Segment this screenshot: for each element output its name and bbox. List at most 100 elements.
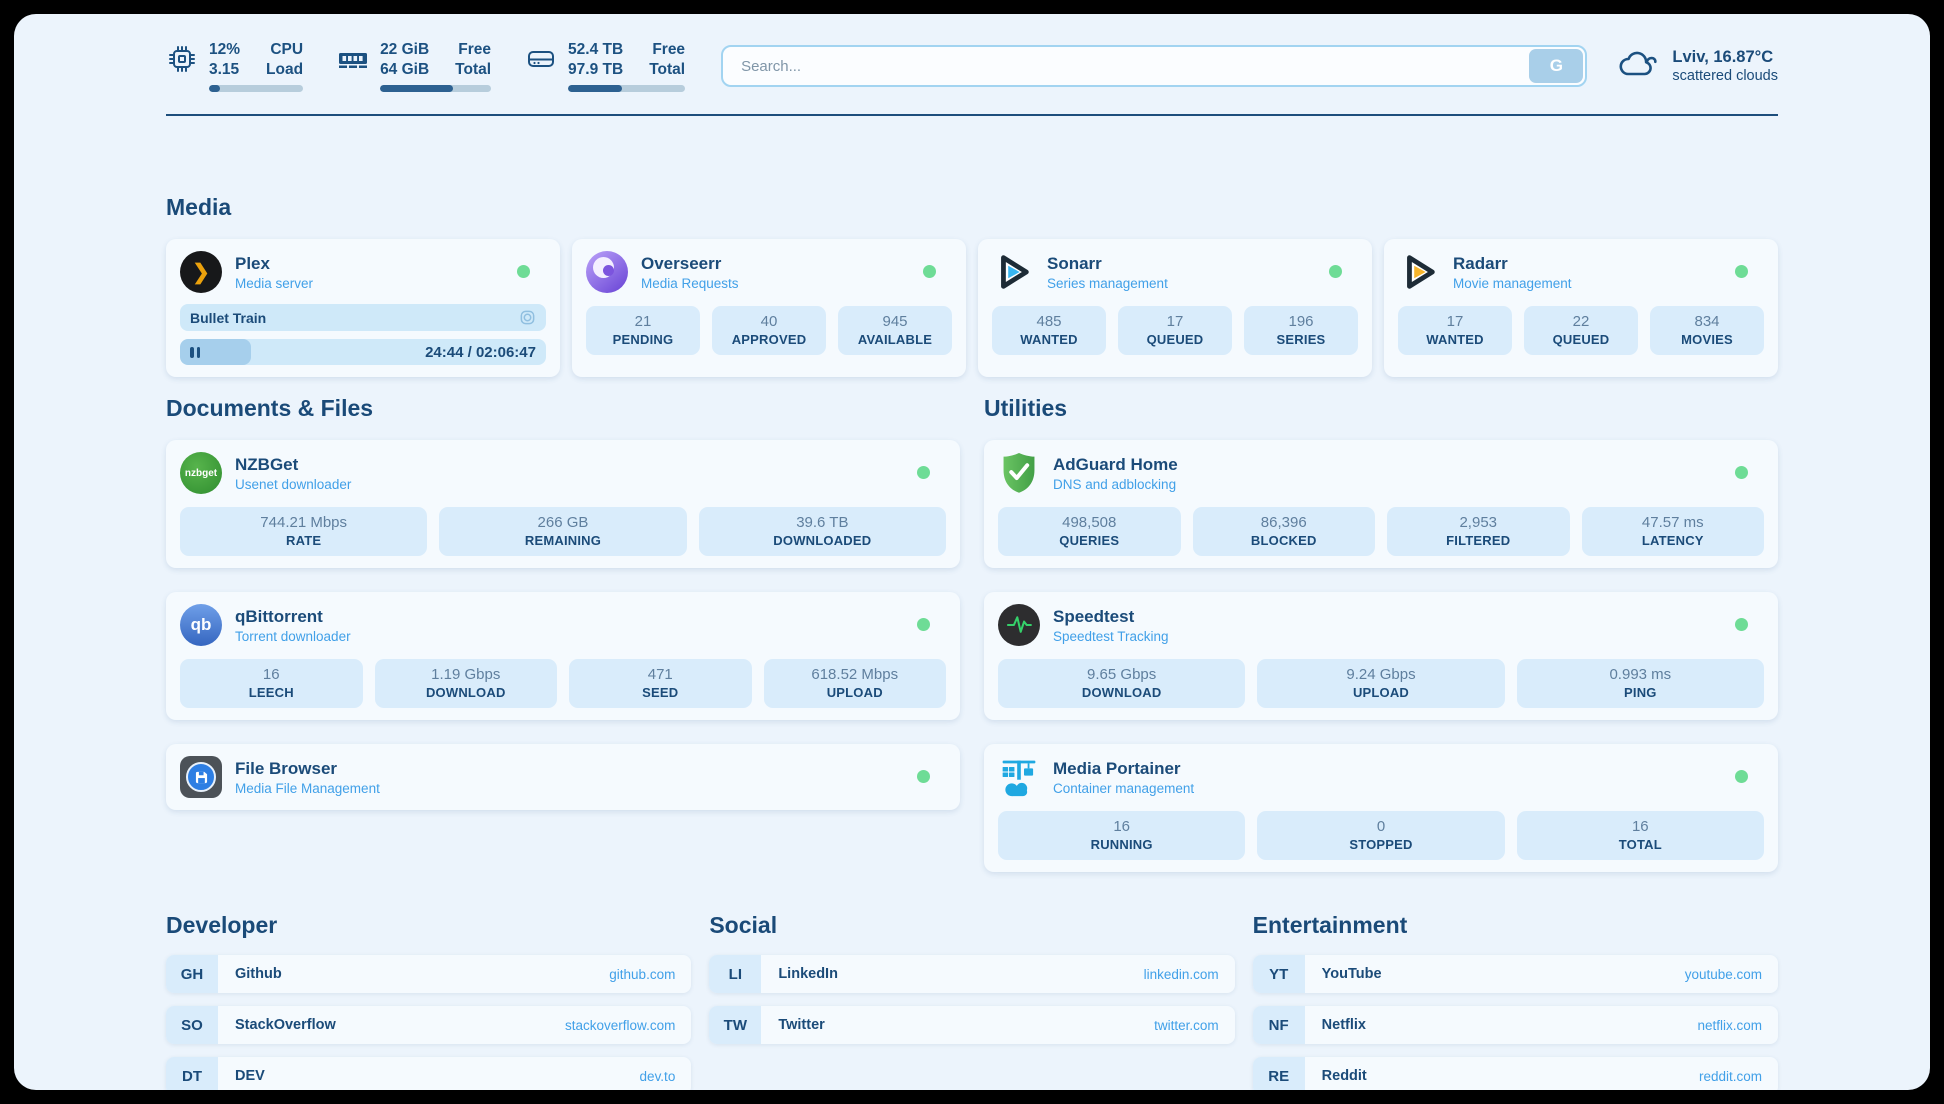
stat-value: 0.993 ms: [1521, 666, 1760, 683]
app-card-qbittorrent[interactable]: qb qBittorrent Torrent downloader 16 LEE…: [166, 592, 960, 720]
now-playing-title: Bullet Train: [190, 310, 266, 326]
stat-value: 16: [184, 666, 359, 683]
system-stats: 12% 3.15 CPU Load: [166, 40, 685, 92]
speedtest-icon: [998, 604, 1040, 646]
app-card-nzbget[interactable]: nzbget NZBGet Usenet downloader 744.21 M…: [166, 440, 960, 568]
topbar-divider: [166, 114, 1778, 116]
cpu-icon: [166, 43, 198, 75]
link-tag: NF: [1253, 1006, 1305, 1044]
link-name: Reddit: [1322, 1068, 1699, 1084]
status-dot: [923, 265, 936, 278]
search-button[interactable]: G: [1529, 49, 1583, 83]
stat-box: 16 RUNNING: [998, 811, 1245, 860]
stat-value: 618.52 Mbps: [768, 666, 943, 683]
stat-value: 0: [1261, 818, 1500, 835]
stat-box: 39.6 TB DOWNLOADED: [699, 507, 946, 556]
search-bar: G: [721, 45, 1587, 87]
app-card-filebrowser[interactable]: File Browser Media File Management: [166, 744, 960, 810]
stat-box: 16 TOTAL: [1517, 811, 1764, 860]
app-card-adguard[interactable]: AdGuard Home DNS and adblocking 498,508 …: [984, 440, 1778, 568]
link-row-github[interactable]: GH Github github.com: [166, 955, 691, 993]
app-subtitle: Speedtest Tracking: [1053, 629, 1169, 644]
stat-label: MOVIES: [1654, 332, 1760, 347]
link-row-netflix[interactable]: NF Netflix netflix.com: [1253, 1006, 1778, 1044]
plex-icon: ❯: [180, 251, 222, 293]
link-row-linkedin[interactable]: LI LinkedIn linkedin.com: [709, 955, 1234, 993]
link-row-reddit[interactable]: RE Reddit reddit.com: [1253, 1057, 1778, 1090]
app-card-radarr[interactable]: Radarr Movie management 17 WANTED 22 QUE…: [1384, 239, 1778, 377]
stat-box: 47.57 ms LATENCY: [1582, 507, 1765, 556]
status-dot: [1329, 265, 1342, 278]
app-title: Plex: [235, 254, 313, 274]
link-tag: GH: [166, 955, 218, 993]
stat-label: QUEUED: [1528, 332, 1634, 347]
link-row-dev[interactable]: DT DEV dev.to: [166, 1057, 691, 1090]
link-row-twitter[interactable]: TW Twitter twitter.com: [709, 1006, 1234, 1044]
app-card-speedtest[interactable]: Speedtest Speedtest Tracking 9.65 Gbps D…: [984, 592, 1778, 720]
app-title: Sonarr: [1047, 254, 1168, 274]
disk-icon: [525, 43, 557, 75]
playback-time: 24:44 / 02:06:47: [425, 339, 536, 365]
stat-box: 2,953 FILTERED: [1387, 507, 1570, 556]
filebrowser-icon: [180, 756, 222, 798]
section-entertainment: Entertainment YT YouTube youtube.com NF …: [1253, 912, 1778, 1090]
link-name: LinkedIn: [778, 966, 1143, 982]
link-row-stackoverflow[interactable]: SO StackOverflow stackoverflow.com: [166, 1006, 691, 1044]
status-dot: [917, 770, 930, 783]
app-title: NZBGet: [235, 455, 351, 475]
cpu-load-value: 3.15: [209, 60, 240, 80]
link-row-youtube[interactable]: YT YouTube youtube.com: [1253, 955, 1778, 993]
stat-value: 47.57 ms: [1586, 514, 1761, 531]
link-name: Netflix: [1322, 1017, 1698, 1033]
playback-progress-fill: [180, 339, 251, 365]
link-url: twitter.com: [1154, 1018, 1219, 1033]
status-dot: [1735, 466, 1748, 479]
stat-label: REMAINING: [443, 533, 682, 548]
stat-label: APPROVED: [716, 332, 822, 347]
stat-label: QUEUED: [1122, 332, 1228, 347]
nzbget-icon: nzbget: [180, 452, 222, 494]
ram-free-value: 22 GiB: [380, 40, 429, 60]
section-heading-utilities: Utilities: [984, 395, 1778, 422]
stat-label: SEED: [573, 685, 748, 700]
stat-value: 16: [1002, 818, 1241, 835]
stat-label: LEECH: [184, 685, 359, 700]
stat-label: PING: [1521, 685, 1760, 700]
weather-condition: scattered clouds: [1672, 68, 1778, 84]
section-heading-documents: Documents & Files: [166, 395, 960, 422]
section-heading-developer: Developer: [166, 912, 691, 939]
app-title: Overseerr: [641, 254, 739, 274]
stat-value: 498,508: [1002, 514, 1177, 531]
app-card-portainer[interactable]: Media Portainer Container management 16 …: [984, 744, 1778, 872]
stat-value: 744.21 Mbps: [184, 514, 423, 531]
stat-box: 9.65 Gbps DOWNLOAD: [998, 659, 1245, 708]
stat-value: 86,396: [1197, 514, 1372, 531]
stat-label: TOTAL: [1521, 837, 1760, 852]
stat-value: 21: [590, 313, 696, 330]
app-card-overseerr[interactable]: Overseerr Media Requests 21 PENDING 40 A…: [572, 239, 966, 377]
link-name: Twitter: [778, 1017, 1154, 1033]
cpu-usage-value: 12%: [209, 40, 240, 60]
app-card-sonarr[interactable]: Sonarr Series management 485 WANTED 17 Q…: [978, 239, 1372, 377]
app-title: qBittorrent: [235, 607, 351, 627]
cpu-label-bottom: Load: [266, 60, 303, 80]
app-subtitle: Media File Management: [235, 781, 380, 796]
portainer-icon: [998, 756, 1040, 798]
app-subtitle: Container management: [1053, 781, 1194, 796]
section-heading-social: Social: [709, 912, 1234, 939]
disk-progressbar: [568, 85, 685, 92]
search-input[interactable]: [721, 45, 1587, 87]
stat-box: 86,396 BLOCKED: [1193, 507, 1376, 556]
link-tag: LI: [709, 955, 761, 993]
overseerr-icon: [586, 251, 628, 293]
stat-box: 1.19 Gbps DOWNLOAD: [375, 659, 558, 708]
status-dot: [1735, 618, 1748, 631]
app-card-plex[interactable]: ❯ Plex Media server Bullet Train: [166, 239, 560, 377]
app-title: Radarr: [1453, 254, 1572, 274]
status-dot: [1735, 770, 1748, 783]
stat-box: 618.52 Mbps UPLOAD: [764, 659, 947, 708]
section-heading-entertainment: Entertainment: [1253, 912, 1778, 939]
stat-box: 17 WANTED: [1398, 306, 1512, 355]
stat-label: AVAILABLE: [842, 332, 948, 347]
stat-box: 22 QUEUED: [1524, 306, 1638, 355]
